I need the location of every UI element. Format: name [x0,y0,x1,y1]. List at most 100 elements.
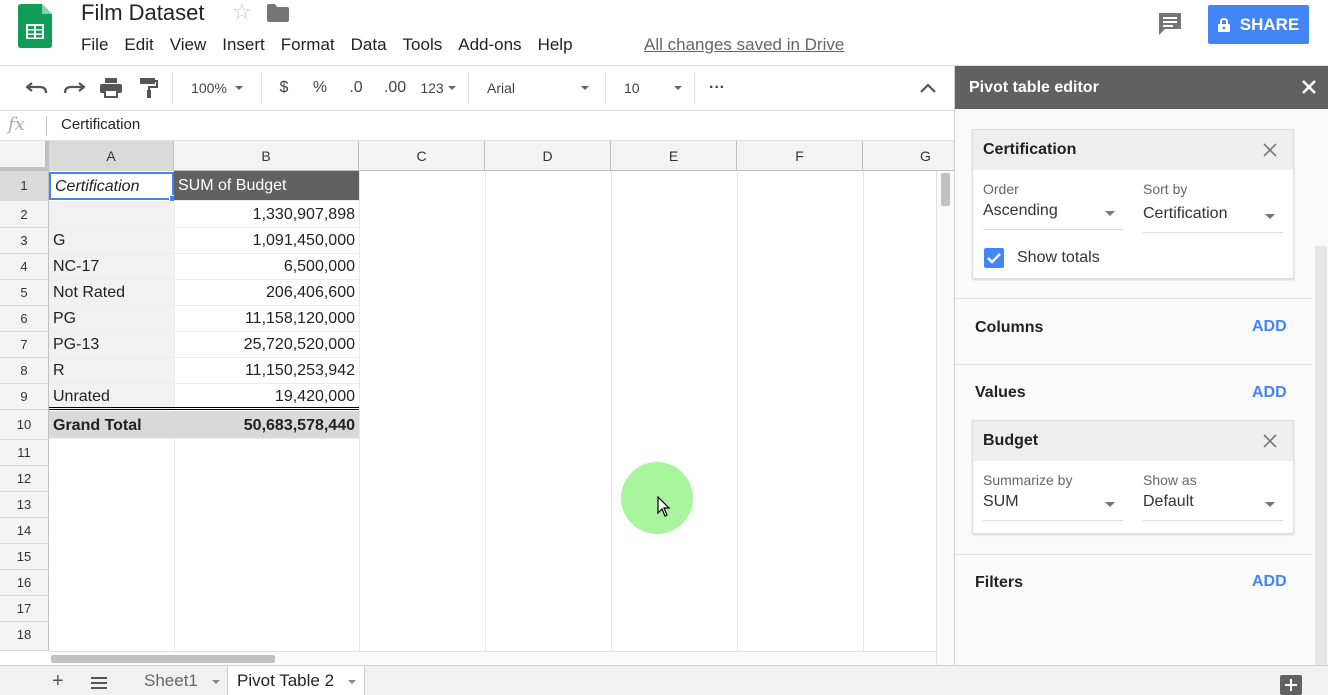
cell-a2[interactable] [49,201,174,228]
horizontal-scrollbar[interactable] [49,651,936,665]
cell-a8[interactable]: R [49,358,174,384]
cell-a7[interactable]: PG-13 [49,332,174,358]
explore-icon[interactable] [1280,675,1302,695]
print-icon[interactable] [96,66,126,110]
folder-icon[interactable] [267,4,289,22]
row-header-13[interactable]: 13 [0,492,49,518]
row-header-15[interactable]: 15 [0,544,49,570]
add-sheet-icon[interactable]: + [52,671,64,691]
collapse-icon[interactable] [912,66,944,110]
sort-by-select[interactable]: Certification [1143,205,1283,233]
redo-icon[interactable] [59,66,89,110]
all-sheets-list-icon[interactable] [91,677,107,689]
increase-decimal-button[interactable]: .00 [378,66,412,110]
row-header-14[interactable]: 14 [0,518,49,544]
add-columns-button[interactable]: ADD [1252,318,1287,336]
row-header-7[interactable]: 7 [0,332,49,358]
row-header-4[interactable]: 4 [0,254,49,280]
row-header-5[interactable]: 5 [0,280,49,306]
cell-b5[interactable]: 206,406,600 [174,280,359,306]
share-button[interactable]: SHARE [1208,5,1309,44]
row-header-6[interactable]: 6 [0,306,49,332]
menu-file[interactable]: File [81,34,108,56]
row-header-12[interactable]: 12 [0,466,49,492]
row-header-8[interactable]: 8 [0,358,49,384]
menu-insert[interactable]: Insert [222,34,265,56]
menu-format[interactable]: Format [281,34,335,56]
menu-view[interactable]: View [170,34,207,56]
more-options-button[interactable]: ··· [700,66,734,110]
remove-field-close-icon[interactable] [1263,434,1277,448]
row-header-18[interactable]: 18 [0,622,49,651]
star-icon[interactable]: ☆ [232,1,252,23]
column-header-b[interactable]: B [174,141,359,171]
horizontal-scroll-thumb[interactable] [51,655,275,663]
spreadsheet-grid[interactable]: A B C D E F G 1 2 3 4 5 6 7 8 9 10 11 12… [0,141,954,665]
row-header-3[interactable]: 3 [0,228,49,254]
row-header-17[interactable]: 17 [0,596,49,622]
menu-help[interactable]: Help [538,34,573,56]
summarize-by-select[interactable]: SUM [983,493,1123,521]
sheet-tab-sheet1[interactable]: Sheet1 [135,666,227,695]
cell-b7[interactable]: 25,720,520,000 [174,332,359,358]
comment-icon[interactable] [1157,11,1183,37]
menu-tools[interactable]: Tools [403,34,443,56]
column-header-f[interactable]: F [737,141,863,171]
row-header-2[interactable]: 2 [0,201,49,228]
cell-b1-pivot-header[interactable]: SUM of Budget [174,171,359,201]
vertical-scroll-thumb[interactable] [941,173,950,206]
show-as-select[interactable]: Default [1143,493,1283,521]
column-header-e[interactable]: E [611,141,737,171]
row-header-16[interactable]: 16 [0,570,49,596]
zoom-select[interactable]: 100% [180,66,254,110]
decrease-decimal-button[interactable]: .0 [340,66,372,110]
add-values-button[interactable]: ADD [1252,384,1287,402]
cell-b3[interactable]: 1,091,450,000 [174,228,359,254]
font-size-select[interactable]: 10 [614,66,690,110]
row-header-9[interactable]: 9 [0,384,49,410]
pivot-editor-scrollbar[interactable] [1315,246,1327,665]
save-status-link[interactable]: All changes saved in Drive [644,34,844,56]
currency-format-button[interactable]: $ [270,66,298,110]
column-header-g[interactable]: G [863,141,954,171]
cell-a5[interactable]: Not Rated [49,280,174,306]
sheets-logo-icon[interactable] [18,4,52,48]
cell-b8[interactable]: 11,150,253,942 [174,358,359,384]
cell-b9[interactable]: 19,420,000 [174,384,359,410]
cell-b10-grand-total[interactable]: 50,683,578,440 [174,411,359,439]
percent-format-button[interactable]: % [306,66,334,110]
vertical-scrollbar[interactable] [936,171,954,665]
column-header-a[interactable]: A [49,141,174,171]
font-family-select[interactable]: Arial [477,66,597,110]
menu-data[interactable]: Data [351,34,387,56]
cell-a4[interactable]: NC-17 [49,254,174,280]
menu-addons[interactable]: Add-ons [458,34,521,56]
add-filters-button[interactable]: ADD [1252,573,1287,591]
cell-a9[interactable]: Unrated [49,384,174,410]
sheet-tab-pivot-table-2[interactable]: Pivot Table 2 [227,666,365,695]
formula-bar: fx Certification [0,111,954,141]
cell-a1-selected[interactable]: Certification [49,172,174,200]
cell-a3[interactable]: G [49,228,174,254]
close-icon[interactable] [1300,78,1318,96]
column-header-d[interactable]: D [485,141,611,171]
more-formats-select[interactable]: 123 [416,66,460,110]
remove-field-close-icon[interactable] [1263,143,1277,157]
select-all-corner[interactable] [0,141,49,171]
order-select[interactable]: Ascending [983,202,1123,230]
cell-b2[interactable]: 1,330,907,898 [174,201,359,228]
row-header-1[interactable]: 1 [0,171,49,201]
row-header-10[interactable]: 10 [0,410,49,440]
cell-a10-grand-total[interactable]: Grand Total [49,411,174,439]
row-header-11[interactable]: 11 [0,440,49,466]
menu-edit[interactable]: Edit [124,34,153,56]
cell-b6[interactable]: 11,158,120,000 [174,306,359,332]
show-totals-checkbox[interactable] [984,248,1004,268]
cell-b4[interactable]: 6,500,000 [174,254,359,280]
undo-icon[interactable] [22,66,52,110]
document-title[interactable]: Film Dataset [81,0,204,26]
cell-a6[interactable]: PG [49,306,174,332]
column-header-c[interactable]: C [359,141,485,171]
formula-input[interactable]: Certification [61,116,140,133]
paint-format-icon[interactable] [134,66,164,110]
